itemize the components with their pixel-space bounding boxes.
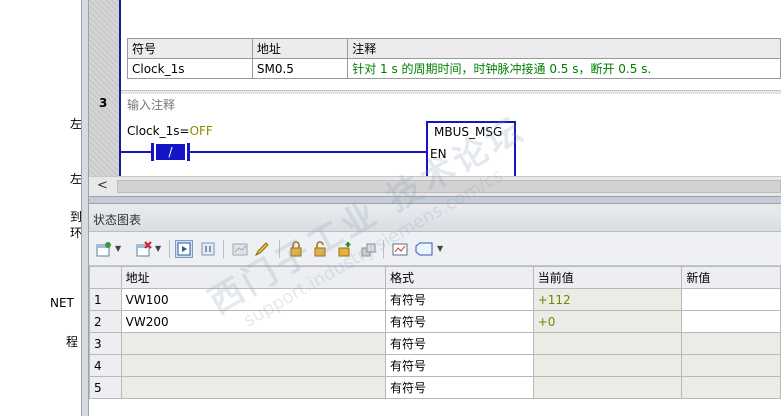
format-cell[interactable]: 有符号 bbox=[384, 376, 534, 399]
single-read-icon[interactable] bbox=[175, 240, 193, 258]
table-row[interactable]: 1 VW100 有符号 +112 bbox=[89, 288, 781, 311]
project-tree-pane: 左 左 到 环 NET 程 bbox=[0, 0, 82, 416]
format-cell[interactable]: 有符号 bbox=[384, 332, 534, 355]
tree-item-label[interactable]: 程 bbox=[66, 333, 78, 350]
status-chart-toolbar: ▼ ▼ ▼ bbox=[89, 232, 781, 266]
new-value-cell[interactable] bbox=[681, 310, 781, 333]
force-icon[interactable] bbox=[335, 240, 353, 258]
status-chart-title: 状态图表 bbox=[93, 213, 142, 227]
pause-icon[interactable] bbox=[199, 240, 217, 258]
symbol-header: 符号 bbox=[127, 38, 253, 59]
chevron-down-icon[interactable]: ▼ bbox=[155, 244, 161, 253]
scrollbar-thumb[interactable] bbox=[117, 180, 781, 193]
current-value-cell bbox=[532, 332, 683, 355]
row-number: 2 bbox=[89, 310, 122, 333]
address-column-header: 地址 bbox=[120, 266, 386, 289]
scroll-left-arrow[interactable]: < bbox=[97, 178, 108, 193]
toolbar-separator bbox=[169, 240, 170, 258]
new-value-cell[interactable] bbox=[681, 354, 781, 377]
address-cell[interactable] bbox=[120, 332, 386, 355]
chart-trend-icon[interactable] bbox=[231, 240, 249, 258]
address-cell[interactable]: VW100 bbox=[120, 288, 386, 311]
current-value-column-header: 当前值 bbox=[532, 266, 683, 289]
table-row[interactable]: 4 有符号 bbox=[89, 354, 781, 377]
tree-item-label[interactable]: NET bbox=[50, 296, 74, 310]
function-block-pin-en: EN bbox=[430, 147, 447, 161]
trend-view-icon[interactable] bbox=[391, 240, 409, 258]
network-comment[interactable]: 输入注释 bbox=[127, 96, 175, 113]
new-value-cell[interactable] bbox=[681, 288, 781, 311]
status-chart-table: 地址 格式 当前值 新值 1 VW100 有符号 +112 2 VW200 有符… bbox=[89, 266, 781, 399]
current-value-cell: +0 bbox=[532, 310, 683, 333]
current-value-cell bbox=[532, 376, 683, 399]
row-number: 1 bbox=[89, 288, 122, 311]
tag-icon[interactable] bbox=[415, 240, 433, 258]
toolbar-separator bbox=[279, 240, 280, 258]
horizontal-splitter[interactable] bbox=[89, 196, 781, 204]
unlock-icon[interactable] bbox=[311, 240, 329, 258]
current-value-cell: +112 bbox=[532, 288, 683, 311]
table-row[interactable]: 2 VW200 有符号 +0 bbox=[89, 310, 781, 333]
contact-left-bar bbox=[151, 143, 154, 161]
comment-header: 注释 bbox=[347, 38, 781, 59]
network-gutter bbox=[89, 0, 119, 176]
new-value-column-header: 新值 bbox=[681, 266, 781, 289]
rung-wire bbox=[190, 151, 426, 153]
pen-write-icon[interactable] bbox=[253, 240, 271, 258]
power-rail bbox=[119, 93, 121, 176]
function-block-box[interactable]: MBUS_MSG EN bbox=[426, 121, 516, 176]
toolbar-separator bbox=[383, 240, 384, 258]
row-number: 5 bbox=[89, 376, 122, 399]
program-editor: 符号 地址 注释 Clock_1s SM0.5 针对 1 s 的周期时间，时钟脉… bbox=[89, 0, 781, 196]
editor-horizontal-scrollbar[interactable]: < bbox=[89, 176, 781, 196]
row-number: 3 bbox=[89, 332, 122, 355]
function-block-title: MBUS_MSG bbox=[434, 125, 503, 139]
new-value-cell[interactable] bbox=[681, 376, 781, 399]
format-cell[interactable]: 有符号 bbox=[384, 354, 534, 377]
new-value-cell[interactable] bbox=[681, 332, 781, 355]
row-number-header bbox=[89, 266, 122, 289]
rung-wire bbox=[121, 151, 151, 153]
insert-row-icon[interactable] bbox=[95, 240, 113, 258]
status-chart-title-bar: 状态图表 bbox=[89, 204, 781, 232]
chevron-down-icon[interactable]: ▼ bbox=[437, 244, 443, 253]
address-cell[interactable] bbox=[120, 354, 386, 377]
network-separator bbox=[121, 90, 781, 94]
pane-splitter[interactable] bbox=[81, 0, 89, 416]
comment-cell[interactable]: 针对 1 s 的周期时间，时钟脉冲接通 0.5 s，断开 0.5 s. bbox=[347, 58, 781, 79]
table-row[interactable]: 5 有符号 bbox=[89, 376, 781, 399]
delete-row-icon[interactable] bbox=[135, 240, 153, 258]
symbol-cell[interactable]: Clock_1s bbox=[127, 58, 253, 79]
symbol-table: 符号 地址 注释 Clock_1s SM0.5 针对 1 s 的周期时间，时钟脉… bbox=[127, 38, 781, 79]
contact-label: Clock_1s=OFF bbox=[127, 124, 213, 138]
format-cell[interactable]: 有符号 bbox=[384, 310, 534, 333]
table-row[interactable]: 3 有符号 bbox=[89, 332, 781, 355]
status-chart-grid: 地址 格式 当前值 新值 1 VW100 有符号 +112 2 VW200 有符… bbox=[89, 266, 781, 416]
address-cell[interactable]: VW200 bbox=[120, 310, 386, 333]
network-number: 3 bbox=[99, 96, 108, 110]
lock-icon[interactable] bbox=[287, 240, 305, 258]
address-header: 地址 bbox=[251, 38, 349, 59]
address-cell[interactable]: SM0.5 bbox=[251, 58, 349, 79]
format-cell[interactable]: 有符号 bbox=[384, 288, 534, 311]
chevron-down-icon[interactable]: ▼ bbox=[115, 244, 121, 253]
row-number: 4 bbox=[89, 354, 122, 377]
format-column-header: 格式 bbox=[384, 266, 534, 289]
read-all-forced-icon[interactable] bbox=[359, 240, 377, 258]
normally-closed-contact[interactable]: / bbox=[156, 144, 185, 160]
current-value-cell bbox=[532, 354, 683, 377]
toolbar-separator bbox=[223, 240, 224, 258]
address-cell[interactable] bbox=[120, 376, 386, 399]
